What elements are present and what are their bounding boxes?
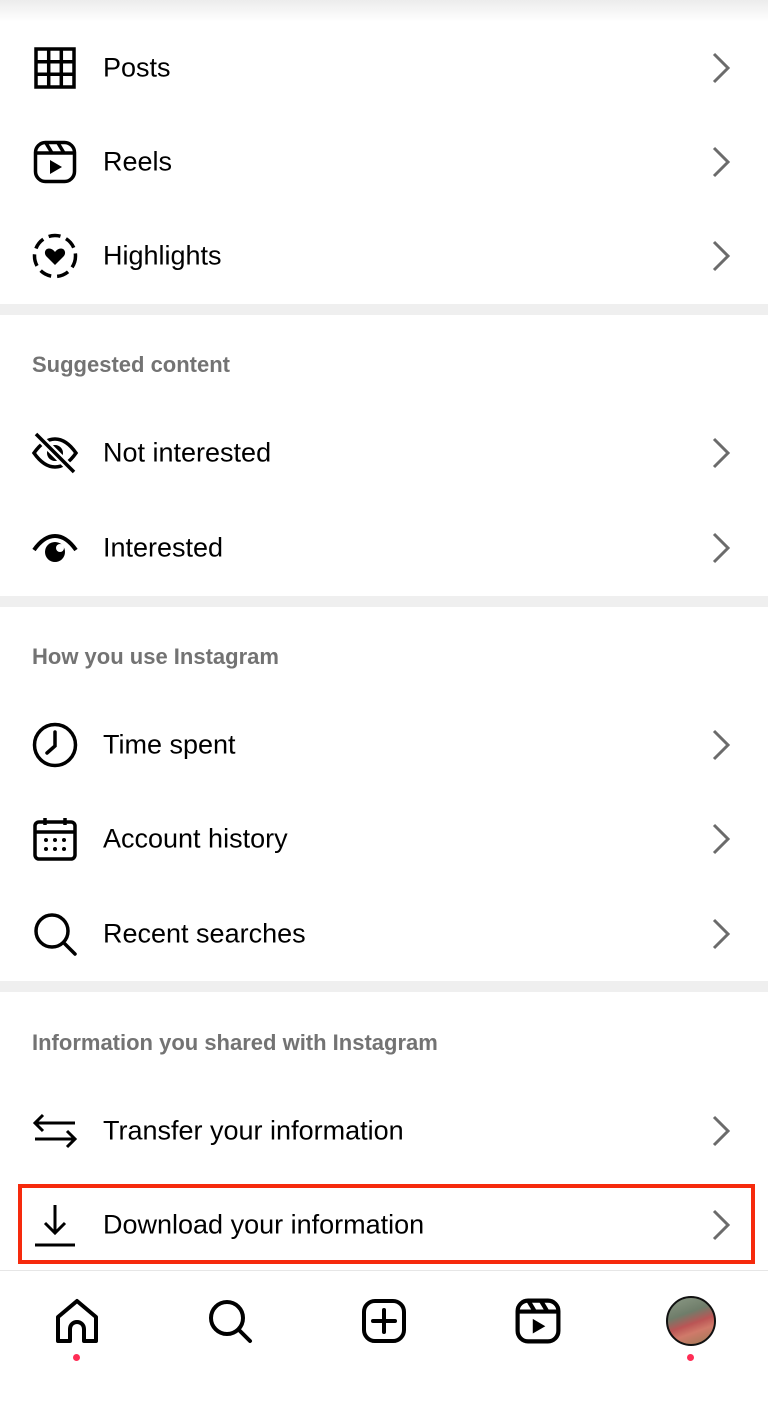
chevron-right-icon <box>712 729 731 761</box>
menu-item-label: Time spent <box>103 729 236 760</box>
menu-item-recent-searches[interactable]: Recent searches <box>0 887 768 981</box>
menu-item-label: Not interested <box>103 437 272 468</box>
profile-avatar <box>666 1296 716 1346</box>
top-shadow <box>0 0 768 22</box>
bottom-nav <box>0 1270 768 1408</box>
notification-dot <box>687 1354 694 1361</box>
transfer-icon <box>30 1106 80 1156</box>
menu-item-account-history[interactable]: Account history <box>0 792 768 886</box>
create-icon <box>362 1299 406 1343</box>
menu-item-interested[interactable]: Interested <box>0 501 768 595</box>
eye-icon <box>30 523 80 573</box>
eye-off-icon <box>30 428 80 478</box>
section-header-shared: Information you shared with Instagram <box>32 1030 438 1055</box>
chevron-right-icon <box>712 146 731 178</box>
chevron-right-icon <box>712 823 731 855</box>
menu-item-transfer[interactable]: Transfer your information <box>0 1084 768 1178</box>
menu-item-reels[interactable]: Reels <box>0 115 768 209</box>
chevron-right-icon <box>712 1115 731 1147</box>
nav-create[interactable] <box>356 1293 412 1349</box>
menu-item-label: Posts <box>103 52 171 83</box>
menu-item-label: Account history <box>103 823 288 854</box>
menu-item-label: Reels <box>103 146 173 177</box>
menu-item-label: Highlights <box>103 240 222 271</box>
chevron-right-icon <box>712 437 731 469</box>
menu-item-highlights[interactable]: Highlights <box>0 209 768 303</box>
section-header-suggested: Suggested content <box>32 352 231 377</box>
calendar-icon <box>30 814 80 864</box>
section-divider <box>0 981 768 992</box>
clock-icon <box>30 720 80 770</box>
menu-item-time-spent[interactable]: Time spent <box>0 698 768 792</box>
reels-icon <box>30 137 80 187</box>
menu-item-download[interactable]: Download your information <box>0 1178 768 1272</box>
search-icon <box>209 1300 252 1343</box>
chevron-right-icon <box>712 52 731 84</box>
menu-item-label: Transfer your information <box>103 1115 404 1146</box>
grid-icon <box>30 43 80 93</box>
nav-search[interactable] <box>202 1293 258 1349</box>
chevron-right-icon <box>712 240 731 272</box>
section-divider <box>0 304 768 315</box>
menu-item-label: Interested <box>103 532 224 563</box>
chevron-right-icon <box>712 532 731 564</box>
nav-reels[interactable] <box>510 1293 566 1349</box>
chevron-right-icon <box>712 918 731 950</box>
section-divider <box>0 596 768 607</box>
nav-profile[interactable] <box>663 1293 719 1349</box>
nav-home[interactable] <box>49 1293 105 1349</box>
section-header-usage: How you use Instagram <box>32 644 279 669</box>
highlights-icon <box>30 231 80 281</box>
menu-item-label: Download your information <box>103 1209 425 1240</box>
chevron-right-icon <box>712 1209 731 1241</box>
menu-item-label: Recent searches <box>103 918 306 949</box>
download-icon <box>30 1200 80 1250</box>
search-icon <box>30 909 80 959</box>
notification-dot <box>73 1354 80 1361</box>
menu-item-not-interested[interactable]: Not interested <box>0 406 768 500</box>
reels-icon <box>515 1298 561 1344</box>
menu-item-posts[interactable]: Posts <box>0 21 768 115</box>
home-icon <box>56 1299 98 1343</box>
